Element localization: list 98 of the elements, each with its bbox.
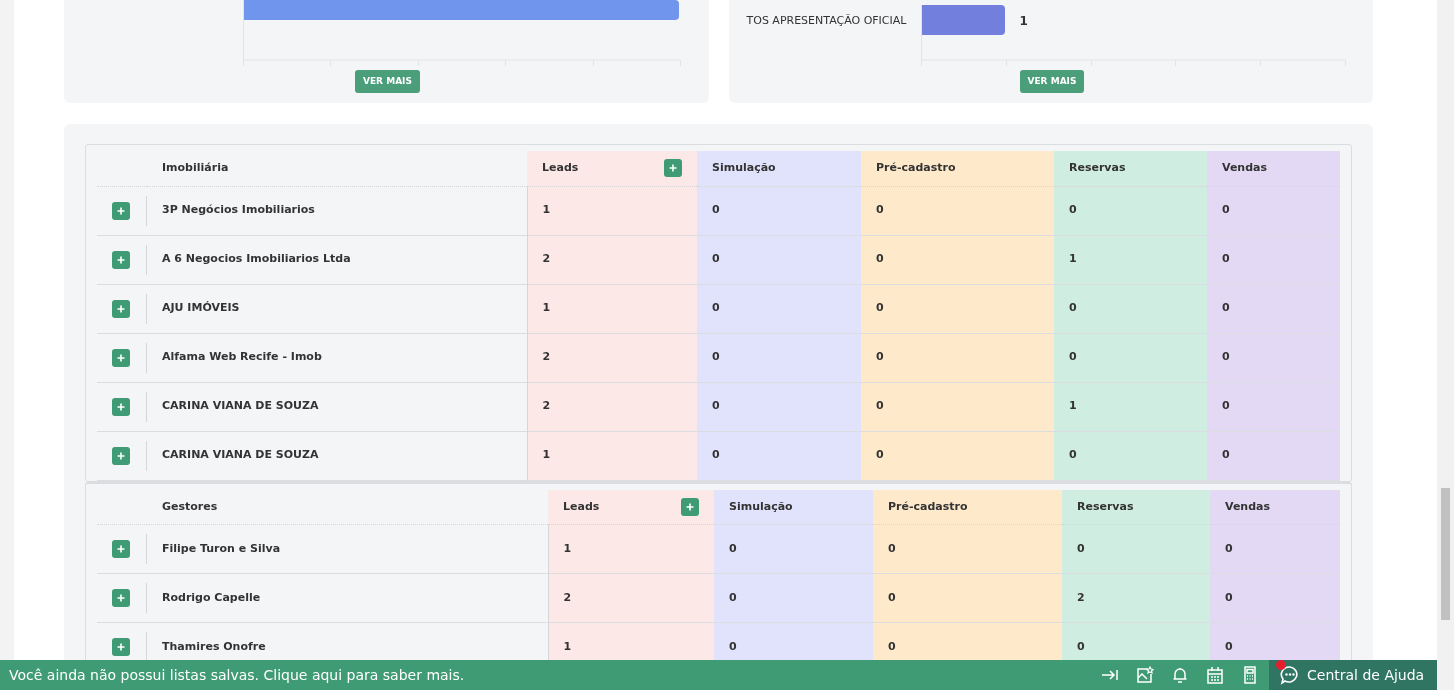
table-cell: 2: [563, 590, 572, 604]
table-cell: 1: [1069, 399, 1077, 413]
column-header: Pré-cadastro: [888, 499, 968, 513]
table-cell: 0: [1077, 639, 1085, 653]
add-button[interactable]: [664, 159, 682, 178]
table-cell: 0: [876, 252, 884, 266]
plus-icon: [117, 451, 125, 460]
ver-mais-button[interactable]: VER MAIS: [1019, 70, 1085, 93]
table-cell: 2: [542, 252, 551, 266]
table-cell: 1: [563, 541, 572, 555]
column-header: Reservas: [1077, 499, 1134, 513]
bar-value: 1: [1019, 13, 1028, 30]
table-cell: 0: [1069, 350, 1077, 364]
table-cell: 0: [1222, 301, 1230, 315]
column-header: Imobiliária: [162, 161, 229, 174]
column-header: Leads: [563, 498, 600, 515]
table-cell: 0: [712, 448, 720, 462]
column-header: Vendas: [1225, 499, 1271, 513]
table-cell: 1: [542, 203, 551, 217]
table-cell: 1: [542, 448, 551, 462]
table-cell: 0: [1069, 448, 1077, 462]
table-cell: Filipe Turon e Silva: [162, 541, 281, 555]
table-cell: 1: [542, 301, 551, 315]
plus-icon: [669, 164, 677, 173]
table-cell: 0: [888, 590, 896, 604]
saved-lists-message[interactable]: Você ainda não possui listas salvas. Clique aqui para saber mais.: [9, 664, 1092, 686]
table-cell: Alfama Web Recife - Imob: [162, 350, 322, 364]
table-cell: CARINA VIANA DE SOUZA: [162, 448, 319, 462]
expand-button[interactable]: [112, 446, 130, 465]
bar-label: TOS APRESENTAÇÃO OFICIAL: [746, 13, 907, 29]
plus-icon: [686, 502, 694, 511]
table-cell: A 6 Negocios Imobiliarios Ltda: [162, 252, 351, 266]
column-header: Vendas: [1222, 161, 1268, 174]
table-cell: 0: [712, 399, 720, 413]
plus-icon: [117, 304, 125, 313]
column-header: Simulação: [712, 161, 776, 174]
scrollbar[interactable]: [1437, 0, 1454, 690]
plus-icon: [117, 402, 125, 411]
calendar-icon: [1204, 665, 1225, 685]
table-cell: 0: [729, 639, 737, 653]
add-button[interactable]: [681, 497, 699, 516]
table-cell: 0: [729, 541, 737, 555]
column-header: Pré-cadastro: [876, 161, 956, 174]
table-cell: 0: [888, 639, 896, 653]
expand-button[interactable]: [112, 348, 130, 367]
expand-button[interactable]: [112, 397, 130, 416]
plus-icon: [117, 255, 125, 264]
plus-icon: [117, 643, 125, 651]
table-cell: 2: [542, 399, 551, 413]
table-cell: 0: [1225, 541, 1233, 555]
table-cell: 0: [1225, 590, 1233, 604]
table-cell: 0: [1222, 252, 1230, 266]
table-cell: AJU IMÓVEIS: [162, 301, 240, 315]
table-cell: 0: [712, 301, 720, 315]
expand-button[interactable]: [112, 250, 130, 269]
table-cell: 0: [1077, 541, 1085, 555]
table-cell: 0: [888, 541, 896, 555]
expand-button[interactable]: [112, 638, 130, 656]
table-cell: 0: [876, 350, 884, 364]
column-header: Leads: [542, 160, 579, 176]
table-cell: Thamires Onofre: [162, 639, 266, 653]
plus-icon: [117, 594, 125, 602]
expand-button[interactable]: [112, 299, 130, 318]
image-add-icon: [1134, 665, 1155, 685]
ver-mais-button[interactable]: VER MAIS: [355, 70, 420, 93]
table-cell: 2: [542, 350, 551, 364]
column-header: Simulação: [729, 499, 793, 513]
table-cell: 0: [1225, 639, 1233, 653]
table-cell: 0: [712, 252, 720, 266]
expand-button[interactable]: [112, 589, 130, 607]
table-cell: 0: [729, 590, 737, 604]
table-cell: 1: [1069, 252, 1077, 266]
table-cell: 0: [1069, 203, 1077, 217]
table-cell: 0: [712, 203, 720, 217]
table-cell: 0: [876, 301, 884, 315]
table-cell: 0: [1222, 203, 1230, 217]
chat-bubble-icon: [1279, 664, 1301, 686]
table-cell: 0: [1222, 448, 1230, 462]
column-header: Gestores: [162, 499, 218, 513]
help-center-button[interactable]: Central de Ajuda: [1269, 660, 1437, 690]
plus-icon: [117, 206, 125, 215]
table-cell: 0: [1222, 350, 1230, 364]
table-cell: 0: [1222, 399, 1230, 413]
table-cell: Rodrigo Capelle: [162, 590, 261, 604]
plus-icon: [117, 545, 125, 553]
table-cell: 2: [1077, 590, 1085, 604]
table-cell: 0: [876, 448, 884, 462]
table-cell: 0: [876, 203, 884, 217]
plus-icon: [117, 353, 125, 362]
table-cell: 3P Negócios Imobiliarios: [162, 203, 315, 217]
table-cell: 0: [1069, 301, 1077, 315]
expand-button[interactable]: [112, 540, 130, 558]
table-cell: CARINA VIANA DE SOUZA: [162, 399, 319, 413]
table-cell: 0: [712, 350, 720, 364]
expand-button[interactable]: [112, 201, 130, 220]
table-cell: 0: [876, 399, 884, 413]
column-header: Reservas: [1069, 161, 1126, 174]
table-cell: 1: [563, 639, 572, 653]
